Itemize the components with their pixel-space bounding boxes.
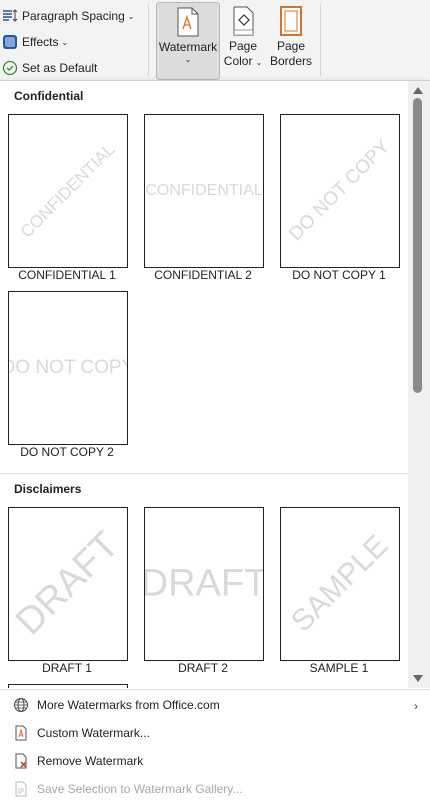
watermark-preview-text: SAMPLE [284,528,395,639]
save-to-gallery-icon [12,780,30,798]
watermark-preview-text: DRAFT [144,562,264,605]
custom-watermark-menu-item[interactable]: Custom Watermark... [0,719,430,747]
custom-watermark-icon [12,724,30,742]
custom-watermark-label: Custom Watermark... [37,726,150,740]
ribbon-separator [148,4,149,76]
gallery-caption: DO NOT COPY 1 [292,268,386,282]
chevron-down-icon: ⌄ [255,58,263,67]
ribbon: Paragraph Spacing ⌄ Effects ⌄ Set as Def… [0,0,430,80]
effects-button[interactable]: Effects ⌄ [0,31,68,53]
scroll-up-arrow-icon[interactable] [413,87,423,94]
section-header-disclaimers: Disclaimers [14,482,82,496]
page-borders-label-line2: Borders [269,54,313,68]
scrollbar-thumb[interactable] [413,98,422,393]
page-color-label-row: Color ⌄ [224,54,262,70]
paragraph-spacing-button[interactable]: Paragraph Spacing ⌄ [0,5,134,27]
page-borders-label-line1: Page [276,39,306,53]
watermark-preview-text: CONFIDENTIAL [145,182,263,199]
gallery-item-do-not-copy-1[interactable]: DO NOT COPY [280,114,400,268]
paragraph-spacing-label: Paragraph Spacing [22,9,125,23]
ribbon-separator [320,4,321,76]
watermark-preview-text: DO NOT COPY [285,136,394,245]
gallery-item-do-not-copy-2[interactable]: DO NOT COPY [8,291,128,445]
watermark-label: Watermark [158,40,218,54]
chevron-down-icon: ⌄ [184,55,192,64]
gallery-item-partial[interactable] [8,684,128,688]
gallery-scrollbar[interactable] [408,81,430,688]
save-selection-label: Save Selection to Watermark Gallery... [37,782,243,796]
gallery-caption: CONFIDENTIAL 2 [154,268,252,282]
set-as-default-label: Set as Default [22,61,98,75]
watermark-button[interactable]: Watermark ⌄ [156,2,220,80]
watermark-icon [176,7,200,40]
globe-icon [12,696,30,714]
check-circle-icon [2,60,18,76]
effects-icon [2,34,18,50]
watermark-preview-text: CONFIDENTIAL [16,139,119,242]
gallery-item-sample-1[interactable]: SAMPLE [280,507,400,661]
watermark-gallery: Confidential CONFIDENTIAL CONFIDENTIAL 1… [0,81,408,688]
remove-watermark-label: Remove Watermark [37,754,144,768]
gallery-caption: SAMPLE 1 [309,661,369,675]
gallery-caption: DRAFT 1 [42,661,92,675]
paragraph-spacing-icon [2,8,18,24]
remove-watermark-menu-item[interactable]: Remove Watermark [0,747,430,775]
section-header-confidential: Confidential [14,89,84,103]
page-color-label-line1: Page [228,39,258,53]
scroll-down-arrow-icon[interactable] [413,675,423,682]
watermark-menu: More Watermarks from Office.com › Custom… [0,689,430,807]
chevron-down-icon: ⌄ [127,11,135,21]
section-divider [0,473,408,474]
more-watermarks-label: More Watermarks from Office.com [37,698,220,712]
watermark-preview-text: DRAFT [8,524,128,644]
page-color-label-line2: Color [223,54,253,68]
gallery-item-confidential-2[interactable]: CONFIDENTIAL [144,114,264,268]
remove-watermark-icon [12,752,30,770]
set-as-default-button[interactable]: Set as Default [0,57,97,79]
gallery-caption: CONFIDENTIAL 1 [18,268,116,282]
gallery-item-confidential-1[interactable]: CONFIDENTIAL [8,114,128,268]
watermark-dropdown: Confidential CONFIDENTIAL CONFIDENTIAL 1… [0,80,430,807]
gallery-item-draft-2[interactable]: DRAFT [144,507,264,661]
page-borders-button[interactable]: Page Borders [268,2,314,78]
effects-label: Effects [22,35,59,49]
more-watermarks-menu-item[interactable]: More Watermarks from Office.com › [0,691,430,719]
save-selection-menu-item[interactable]: Save Selection to Watermark Gallery... [0,775,430,803]
gallery-caption: DRAFT 2 [178,661,228,675]
page-color-icon [231,6,255,39]
page-borders-icon [279,6,303,39]
gallery-caption: DO NOT COPY 2 [20,445,114,459]
chevron-down-icon: ⌄ [61,37,69,47]
page-color-button[interactable]: Page Color ⌄ [222,2,264,78]
gallery-item-draft-1[interactable]: DRAFT [8,507,128,661]
watermark-preview-text: DO NOT COPY [8,357,128,378]
chevron-right-icon: › [414,699,418,713]
